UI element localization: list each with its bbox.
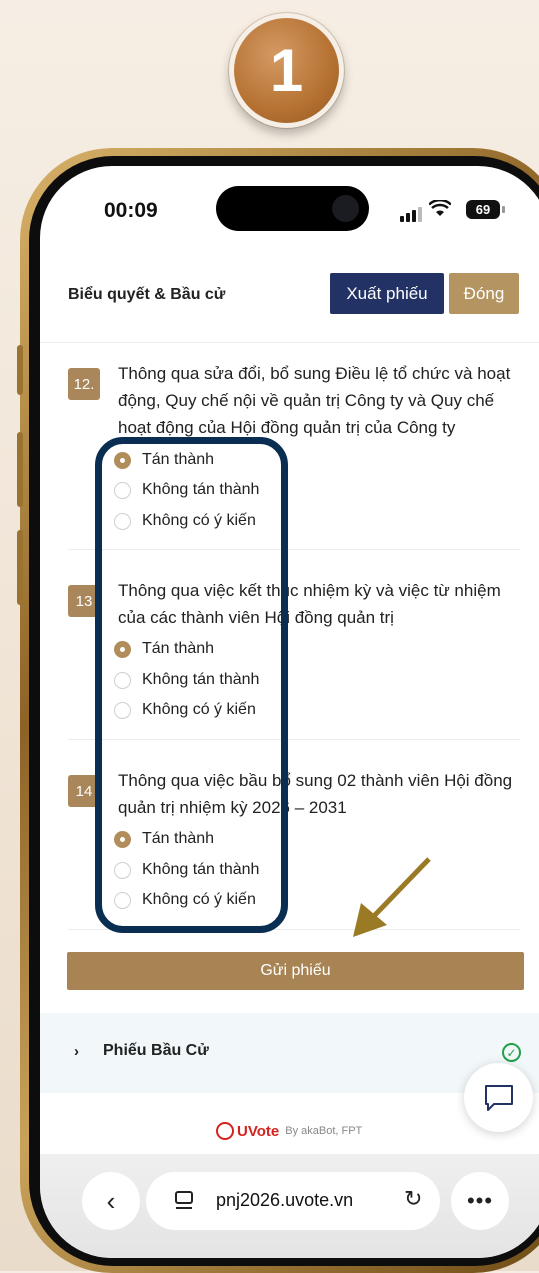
status-bar: 00:09 69 bbox=[40, 166, 539, 248]
phone-side-button bbox=[17, 432, 23, 507]
close-button[interactable]: Đóng bbox=[449, 273, 519, 314]
wifi-icon bbox=[428, 198, 452, 224]
phone-side-button bbox=[17, 345, 23, 395]
back-icon: ‹ bbox=[106, 1185, 116, 1216]
camera-icon bbox=[332, 195, 359, 222]
url-text: pnj2026.uvote.vn bbox=[216, 1190, 354, 1210]
chevron-right-icon: › bbox=[74, 1043, 79, 1060]
arrow-annotation-icon bbox=[353, 857, 431, 937]
browser-toolbar: ‹ pnj2026.uvote.vn ↻ ••• bbox=[40, 1154, 539, 1258]
battery-icon: 69 bbox=[466, 200, 500, 219]
dynamic-island bbox=[216, 186, 369, 231]
address-bar[interactable]: pnj2026.uvote.vn ↻ bbox=[146, 1172, 440, 1230]
brand-by: By akaBot, FPT bbox=[285, 1125, 363, 1137]
panel-header: Biểu quyết & Bầu cử Xuất phiếu Đóng bbox=[40, 246, 539, 343]
step-badge: 1 bbox=[229, 13, 344, 128]
brand-name: UVote bbox=[237, 1122, 280, 1140]
accordion-title: Phiếu Bầu Cử bbox=[103, 1042, 209, 1059]
uvote-logo-icon bbox=[216, 1122, 234, 1140]
step-number: 1 bbox=[235, 19, 338, 122]
signal-icon bbox=[400, 204, 424, 222]
highlight-box bbox=[95, 437, 288, 933]
export-ballot-button[interactable]: Xuất phiếu bbox=[330, 273, 444, 314]
reload-icon[interactable]: ↻ bbox=[404, 1186, 422, 1212]
check-circle-icon: ✓ bbox=[502, 1043, 521, 1062]
tabs-icon bbox=[175, 1191, 193, 1209]
battery-nub bbox=[502, 206, 505, 213]
status-time: 00:09 bbox=[104, 199, 158, 222]
more-icon: ••• bbox=[466, 1188, 494, 1213]
more-button[interactable]: ••• bbox=[451, 1172, 509, 1230]
brand-footer: UVote By akaBot, FPT bbox=[216, 1122, 362, 1140]
submit-ballot-button[interactable]: Gửi phiếu bbox=[67, 952, 524, 990]
question-number: 12. bbox=[68, 368, 100, 400]
phone-side-button bbox=[17, 530, 23, 605]
chat-icon bbox=[484, 1084, 513, 1111]
question-text: Thông qua sửa đổi, bổ sung Điều lệ tổ ch… bbox=[118, 364, 511, 437]
back-button[interactable]: ‹ bbox=[82, 1172, 140, 1230]
chat-button[interactable] bbox=[464, 1063, 533, 1132]
panel-title: Biểu quyết & Bầu cử bbox=[68, 286, 226, 303]
election-ballot-accordion[interactable]: › Phiếu Bầu Cử ✓ bbox=[40, 1013, 539, 1093]
